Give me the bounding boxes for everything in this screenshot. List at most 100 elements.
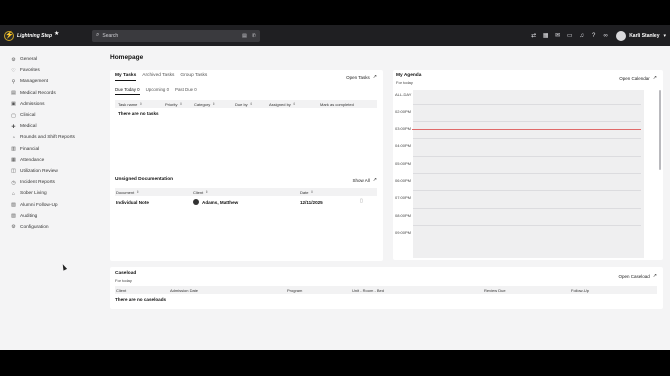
inbox-icon[interactable]: ✉ [554, 32, 561, 39]
agenda-subtitle: For today [396, 80, 413, 85]
column-program[interactable]: Program [287, 288, 302, 293]
tasks-table-header: Task name ⇕ Priority ⇕ Category ⇕ Due by ⇕ A… [115, 100, 377, 108]
sort-icon: ⇕ [139, 102, 143, 106]
app-frame: ⚡ Lightning Step ★ ⌕ ▤ ✆ ⇄ ▦ ✉ ▭ ♫ ? ∞ K… [0, 25, 670, 350]
sidebar-item-general[interactable]: ⚙ General [0, 54, 100, 65]
open-caseload-link[interactable]: Open Caseload ↗ [619, 273, 657, 279]
show-all-link[interactable]: Show All ↗ [353, 177, 377, 183]
avatar [616, 30, 627, 41]
open-calendar-link[interactable]: Open Calendar ↗ [619, 75, 657, 81]
agenda-scrollbar[interactable] [659, 90, 661, 170]
sidebar-item-sober-living[interactable]: ⌂ Sober Living [0, 188, 100, 199]
agenda-title: My Agenda [396, 73, 422, 78]
clinical-icon: ▢ [11, 112, 16, 119]
sidebar-item-attendance[interactable]: ▦ Attendance [0, 155, 100, 166]
search-input[interactable] [102, 32, 238, 39]
sort-icon: ⇕ [249, 102, 253, 106]
sidebar-item-label: Utilization Review [20, 168, 58, 174]
sidebar-item-clinical[interactable]: ▢ Clinical [0, 110, 100, 121]
column-label: Client [193, 189, 204, 195]
sidebar-item-auditing[interactable]: ▨ Auditing [0, 211, 100, 222]
sidebar-item-configuration[interactable]: ⚙ Configuration [0, 222, 100, 233]
column-unit-room-bed[interactable]: Unit - Room - Bed [352, 288, 384, 293]
sidebar-item-utilization-review[interactable]: ◫ Utilization Review [0, 166, 100, 177]
caseload-card: Caseload For today Open Caseload ↗ Clien… [110, 267, 663, 309]
tasks-subtabs: Due Today 0 Upcoming 0 Past Due 0 [115, 87, 197, 95]
calendar-search-icon[interactable]: ▤ [242, 33, 247, 39]
sidebar-item-label: Sober Living [20, 191, 47, 197]
sidebar-item-management[interactable]: ⚲ Management [0, 76, 100, 87]
user-menu[interactable]: Karli Stanley ▾ [616, 30, 666, 41]
app-logo[interactable]: ⚡ Lightning Step ★ [4, 30, 90, 41]
top-icons: ⇄ ▦ ✉ ▭ ♫ ? ∞ Karli Stanley ▾ [530, 30, 666, 41]
agenda-divider [413, 156, 641, 157]
sidebar-item-alumni-follow-up[interactable]: ▧ Alumni Follow-Up [0, 199, 100, 210]
agenda-divider [413, 138, 641, 139]
agenda-divider [413, 121, 641, 122]
column-category[interactable]: Category ⇕ [194, 102, 215, 107]
agenda-divider [413, 225, 641, 226]
agenda-grid[interactable] [413, 90, 644, 258]
column-review-due[interactable]: Review Due [484, 288, 506, 293]
current-time-line [412, 129, 641, 130]
bell-icon[interactable]: ♫ [578, 33, 585, 39]
sidebar-item-label: General [20, 57, 38, 63]
search-icon: ⌕ [96, 32, 100, 38]
star-icon[interactable]: ★ [54, 30, 59, 37]
column-label: Due by [235, 101, 248, 107]
tab-my-tasks[interactable]: My Tasks [115, 73, 137, 81]
time-label: 06:00PM [395, 178, 412, 183]
column-follow-up[interactable]: Follow-Up [571, 288, 589, 293]
external-arrow-icon: ↗ [372, 177, 377, 183]
agenda-divider [413, 208, 641, 209]
link-icon[interactable]: ∞ [602, 33, 609, 39]
column-client[interactable]: Client [116, 288, 126, 293]
top-bar: ⚡ Lightning Step ★ ⌕ ▤ ✆ ⇄ ▦ ✉ ▭ ♫ ? ∞ K… [0, 25, 670, 46]
sidebar-item-label: Alumni Follow-Up [20, 202, 58, 208]
column-label: Date [300, 189, 309, 195]
sidebar-item-medical[interactable]: ✚ Medical [0, 121, 100, 132]
tab-archived-tasks[interactable]: Archived Tasks [142, 73, 174, 81]
column-priority[interactable]: Priority ⇕ [165, 102, 182, 107]
column-label: Task name [118, 101, 138, 107]
show-all-label: Show All [352, 177, 370, 183]
heart-icon: ♡ [11, 67, 16, 74]
column-admission-date[interactable]: Admission Date [170, 288, 198, 293]
transfer-icon[interactable]: ⇄ [530, 32, 537, 39]
tab-group-tasks[interactable]: Group Tasks [180, 73, 207, 81]
calendar-icon[interactable]: ▦ [542, 32, 549, 39]
document-icon[interactable]: ▯ [360, 198, 363, 204]
sidebar-item-medical-records[interactable]: ▤ Medical Records [0, 88, 100, 99]
sidebar-item-admissions[interactable]: ▣ Admissions [0, 99, 100, 110]
sort-icon: ⇕ [292, 102, 296, 106]
tab-due-today[interactable]: Due Today 0 [115, 87, 140, 95]
document-name[interactable]: Individual Note [116, 200, 149, 205]
column-date[interactable]: Date ⇕ [300, 190, 313, 195]
column-task-name[interactable]: Task name ⇕ [118, 102, 142, 107]
column-due-by[interactable]: Due by ⇕ [235, 102, 253, 107]
phone-icon[interactable]: ✆ [252, 33, 256, 39]
sidebar-item-rounds[interactable]: ◔ Rounds and Shift Reports [0, 132, 100, 143]
pin-icon: ⚲ [11, 78, 16, 85]
search-bar[interactable]: ⌕ ▤ ✆ [92, 29, 260, 42]
sidebar-item-financial[interactable]: ▥ Financial [0, 144, 100, 155]
chat-icon[interactable]: ▭ [566, 32, 573, 39]
tab-past-due[interactable]: Past Due 0 [175, 87, 197, 95]
column-assigned-by[interactable]: Assigned by ⇕ [269, 102, 296, 107]
alumni-icon: ▧ [11, 202, 16, 209]
caseload-title: Caseload [115, 271, 137, 276]
column-client[interactable]: Client ⇕ [193, 190, 208, 195]
tab-upcoming[interactable]: Upcoming 0 [146, 87, 169, 95]
client-name[interactable]: Adams, Matthew [202, 200, 238, 205]
column-document[interactable]: Document ⇕ [116, 190, 139, 195]
sidebar-item-favorites[interactable]: ♡ Favorites [0, 65, 100, 76]
help-icon[interactable]: ? [590, 33, 597, 39]
open-tasks-link[interactable]: Open Tasks ↗ [346, 74, 377, 80]
time-label: 02:00PM [395, 109, 412, 114]
review-icon: ◫ [11, 168, 16, 175]
sidebar-item-incident-reports[interactable]: ◷ Incident Reports [0, 177, 100, 188]
unsigned-title: Unsigned Documentation [115, 177, 174, 182]
column-label: Client [116, 287, 127, 293]
agenda-card: My Agenda For today Open Calendar ↗ ALL-… [393, 70, 663, 260]
time-label: 05:00PM [395, 161, 412, 166]
